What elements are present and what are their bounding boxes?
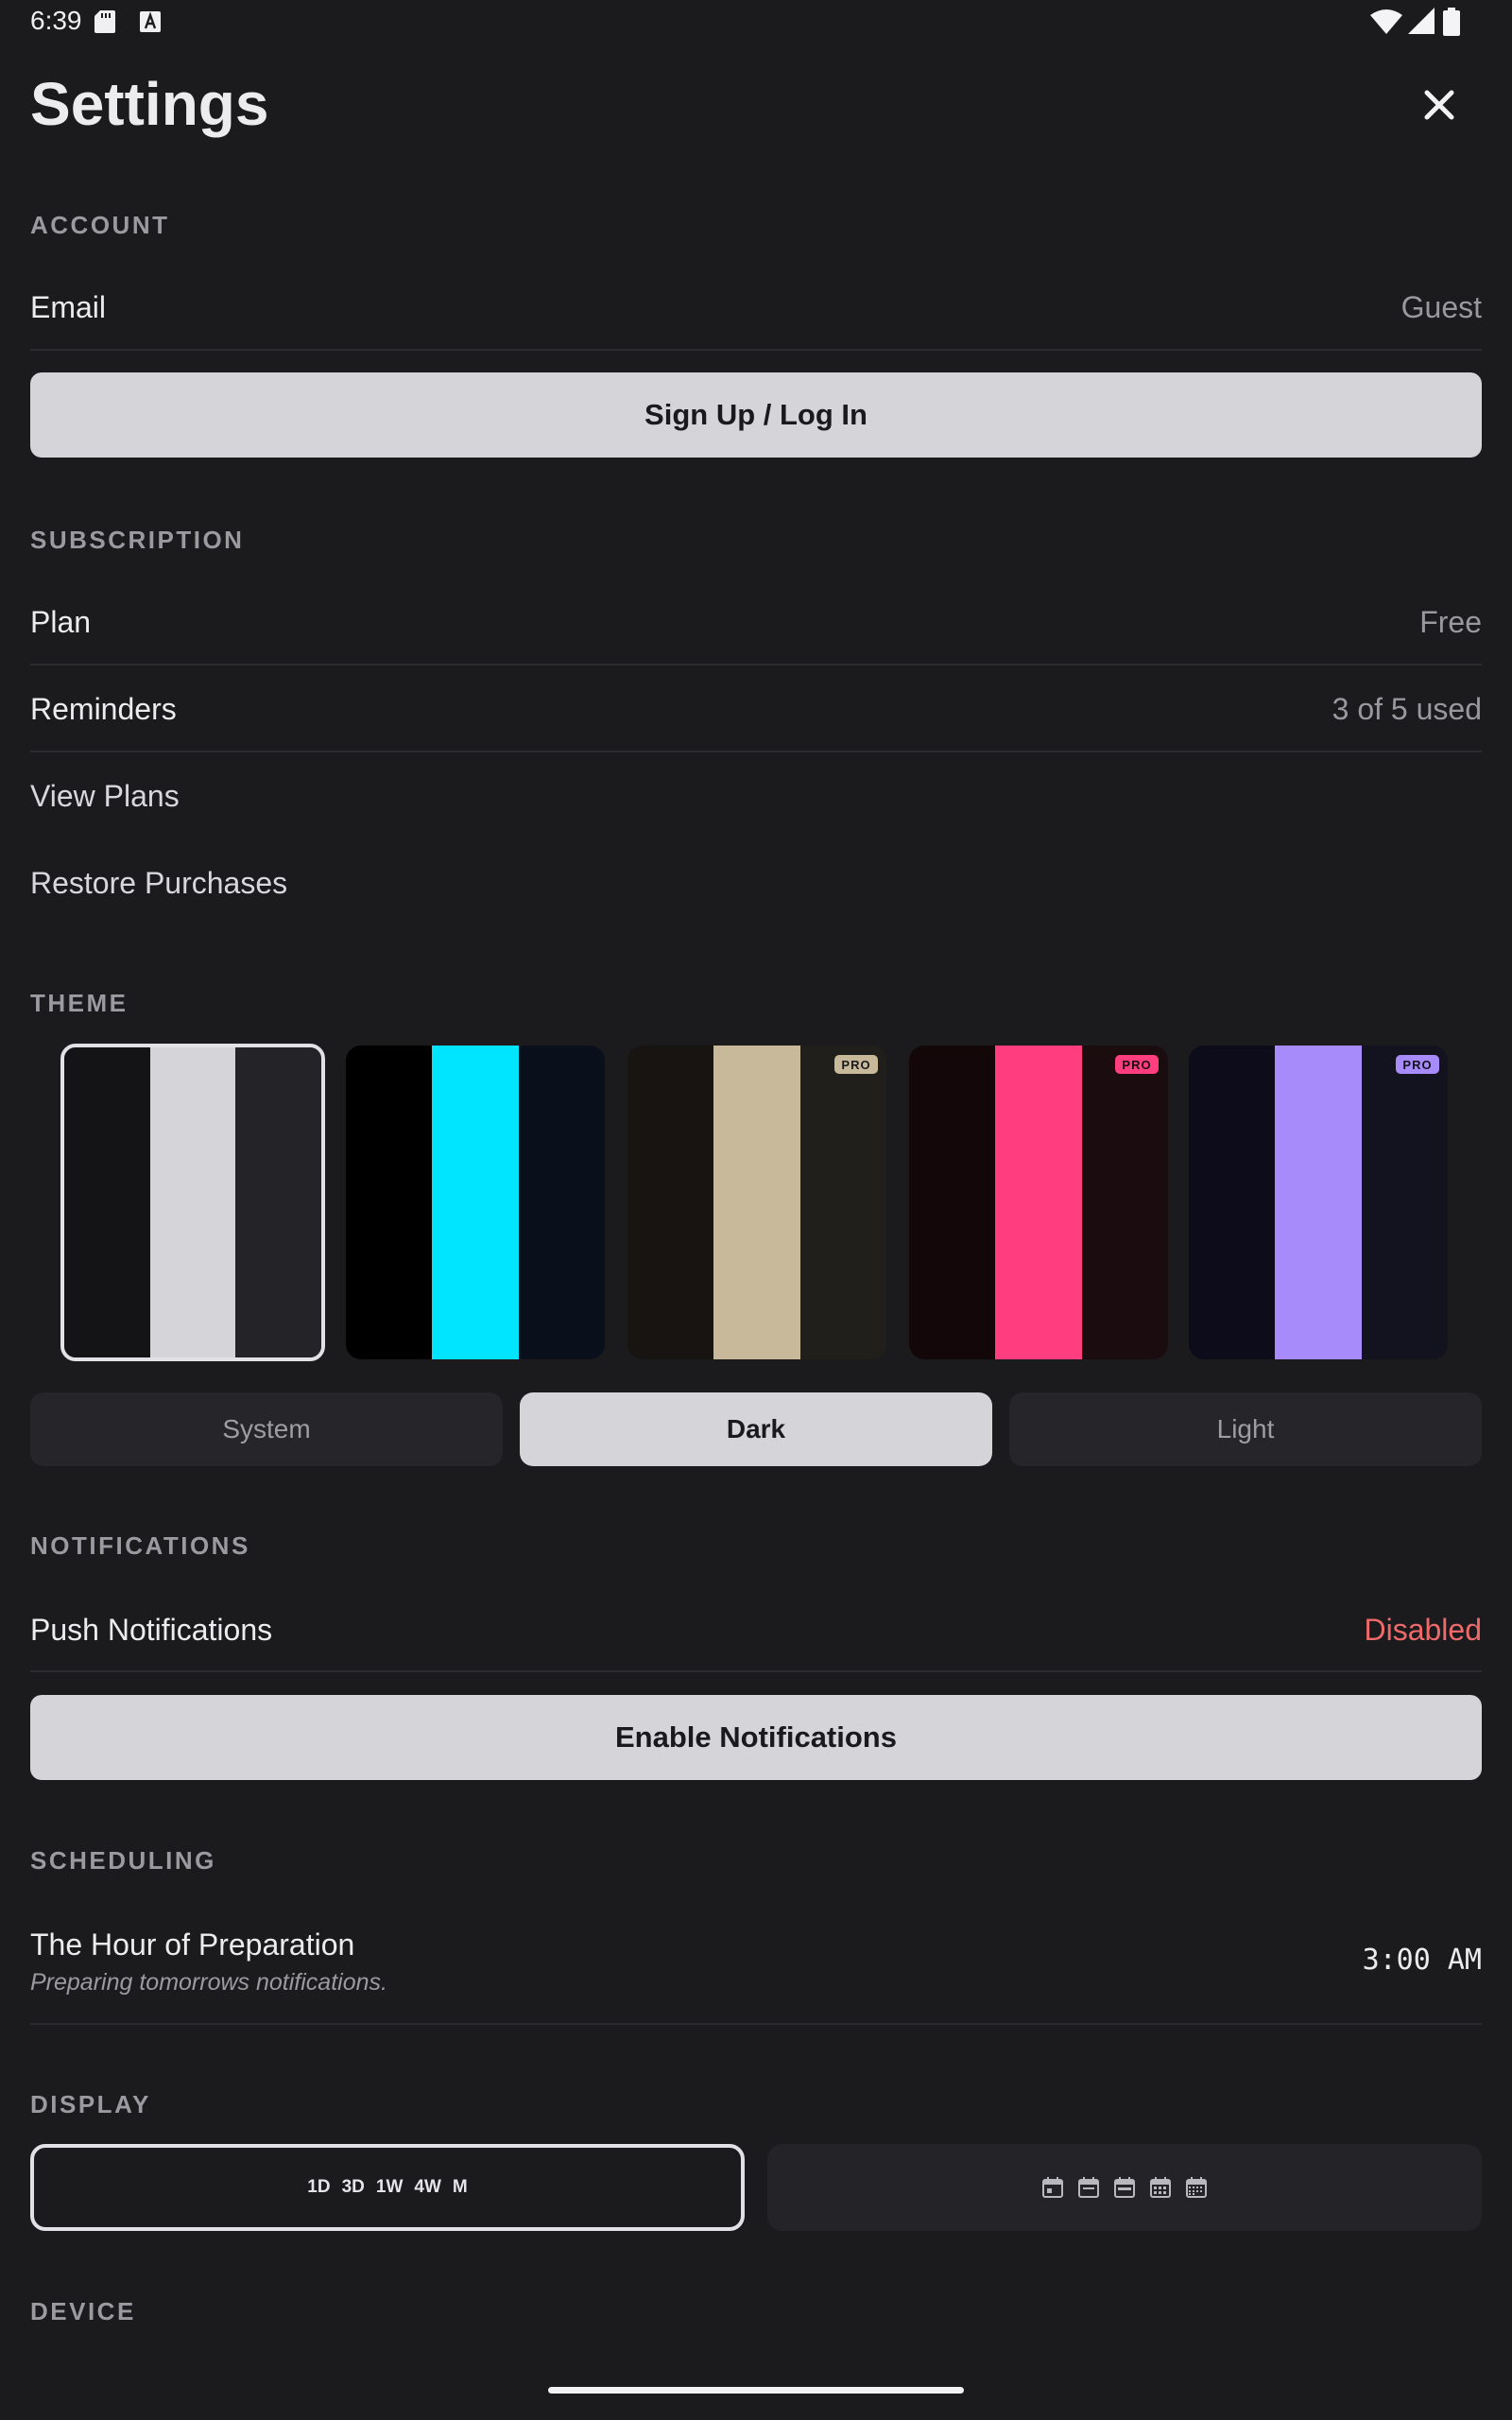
battery-icon [1443, 8, 1460, 36]
section-header-scheduling: SCHEDULING [30, 1846, 216, 1875]
status-time: 6:39 [30, 6, 82, 35]
plan-value: Free [1419, 605, 1482, 639]
preparation-time-value[interactable]: 3:00 AM [1363, 1944, 1482, 1977]
swatch-stripe [518, 1046, 605, 1359]
sign-up-login-button[interactable]: Sign Up / Log In [30, 372, 1482, 458]
theme-mode-dark-button[interactable]: Dark [520, 1392, 992, 1466]
range-label-4w: 4W [414, 2177, 441, 2197]
range-label-1d: 1D [307, 2177, 331, 2197]
section-header-theme: THEME [30, 989, 129, 1017]
swatch-stripe [627, 1046, 714, 1359]
section-header-subscription: SUBSCRIPTION [30, 526, 245, 554]
display-calendar-option[interactable] [767, 2144, 1482, 2231]
view-plans-link[interactable]: View Plans [30, 778, 180, 814]
swatch-stripe [149, 1047, 236, 1357]
swatch-stripe [909, 1046, 996, 1359]
swatch-stripe [1275, 1046, 1362, 1359]
pro-badge: PRO [1396, 1055, 1439, 1074]
calendar-icon [1150, 2177, 1171, 2198]
preparation-hour-subtitle: Preparing tomorrows notifications. [30, 1969, 387, 1996]
reminders-value: 3 of 5 used [1332, 692, 1482, 726]
swatch-stripe [799, 1046, 886, 1359]
divider [30, 2023, 1482, 2025]
swatch-stripe [1081, 1046, 1168, 1359]
range-label-m: M [452, 2177, 468, 2197]
swatch-stripe [64, 1047, 150, 1357]
theme-mode-system-button[interactable]: System [30, 1392, 503, 1466]
theme-swatch-mono[interactable] [60, 1044, 325, 1361]
home-indicator[interactable] [548, 2387, 964, 2394]
calendar-icon [1114, 2177, 1135, 2198]
theme-mode-light-button[interactable]: Light [1009, 1392, 1482, 1466]
section-header-device: DEVICE [30, 2297, 136, 2325]
swatch-stripe [1189, 1046, 1276, 1359]
range-label-1w: 1W [375, 2177, 404, 2197]
divider [30, 349, 1482, 351]
push-notifications-label: Push Notifications [30, 1613, 273, 1647]
swatch-stripe [235, 1047, 321, 1357]
range-label-3d: 3D [341, 2177, 365, 2197]
close-icon[interactable] [1408, 74, 1470, 136]
swatch-stripe [432, 1046, 519, 1359]
reminders-label: Reminders [30, 692, 177, 726]
push-notifications-status: Disabled [1364, 1613, 1482, 1647]
section-header-account: ACCOUNT [30, 211, 170, 239]
section-header-notifications: NOTIFICATIONS [30, 1531, 250, 1560]
theme-swatch-sand[interactable] [627, 1046, 886, 1359]
pro-badge: PRO [1115, 1055, 1159, 1074]
cellular-signal-icon [1408, 8, 1435, 34]
swatch-stripe [1361, 1046, 1448, 1359]
preparation-hour-title: The Hour of Preparation [30, 1927, 355, 1962]
plan-label: Plan [30, 605, 92, 639]
theme-swatch-violet[interactable] [1189, 1046, 1448, 1359]
email-label: Email [30, 290, 107, 324]
calendar-icon [1078, 2177, 1099, 2198]
divider [30, 1670, 1482, 1672]
page-title: Settings [30, 70, 269, 138]
accessibility-a-icon [140, 11, 161, 32]
display-range-option[interactable]: 1D 3D 1W 4W M [30, 2144, 745, 2231]
pro-badge: PRO [834, 1055, 878, 1074]
swatch-stripe [713, 1046, 800, 1359]
sd-card-icon [94, 10, 115, 33]
swatch-stripe [346, 1046, 433, 1359]
theme-swatch-cyan[interactable] [346, 1046, 605, 1359]
divider [30, 664, 1482, 666]
wifi-icon [1370, 9, 1402, 34]
status-bar [0, 0, 1512, 45]
theme-swatch-pink[interactable] [909, 1046, 1168, 1359]
enable-notifications-button[interactable]: Enable Notifications [30, 1695, 1482, 1780]
section-header-display: DISPLAY [30, 2090, 151, 2118]
divider [30, 751, 1482, 752]
email-value: Guest [1400, 290, 1482, 324]
restore-purchases-link[interactable]: Restore Purchases [30, 865, 287, 901]
calendar-icon [1186, 2177, 1207, 2198]
calendar-icon [1042, 2177, 1063, 2198]
swatch-stripe [995, 1046, 1082, 1359]
